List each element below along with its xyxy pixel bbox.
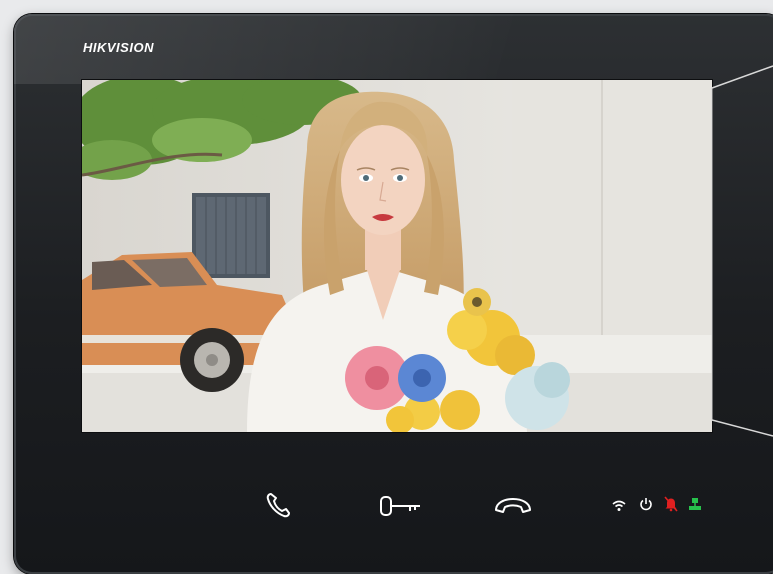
callout-line bbox=[711, 65, 773, 437]
video-feed-image bbox=[82, 80, 712, 432]
mute-status bbox=[664, 496, 678, 517]
hang-up-icon bbox=[495, 498, 531, 513]
video-screen[interactable] bbox=[82, 80, 712, 432]
power-status bbox=[639, 497, 653, 516]
network-status bbox=[688, 497, 702, 516]
wifi-icon bbox=[612, 500, 626, 511]
bell-muted-icon bbox=[664, 496, 678, 512]
brand-logo: HIKVISION bbox=[83, 40, 154, 55]
wifi-status bbox=[612, 499, 626, 517]
power-icon bbox=[640, 498, 652, 511]
hang-up-button[interactable] bbox=[492, 495, 534, 522]
unlock-button[interactable] bbox=[378, 494, 424, 523]
key-icon bbox=[380, 496, 420, 516]
call-button[interactable] bbox=[262, 488, 296, 527]
phone-icon bbox=[266, 493, 290, 518]
network-icon bbox=[689, 498, 701, 510]
